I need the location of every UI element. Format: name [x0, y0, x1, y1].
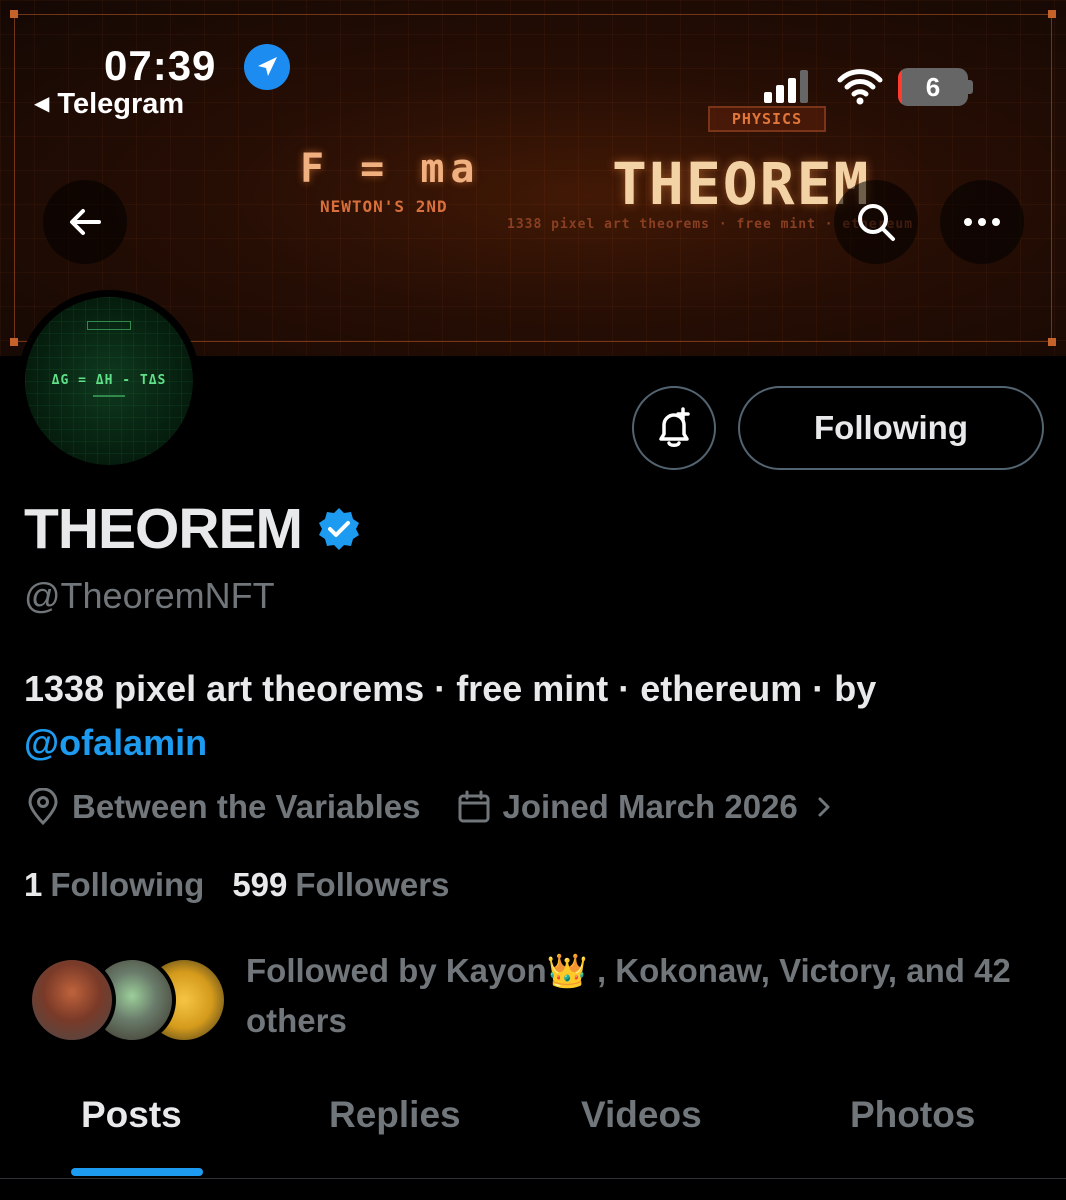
avatar-tag [87, 321, 131, 330]
stat-gap [204, 866, 232, 904]
back-app-label: Telegram [57, 88, 185, 120]
avatar-image: ΔG = ΔH - TΔS [25, 297, 193, 465]
banner-formula: F = ma [300, 146, 481, 192]
status-time: 07:39 [104, 42, 217, 89]
battery-percentage: 6 [925, 72, 941, 102]
search-button[interactable] [834, 180, 918, 264]
avatar-caption-line [93, 395, 125, 397]
bio-text: 1338 pixel art theorems · free mint · et… [24, 668, 877, 709]
profile-handle: @TheoremNFT [24, 575, 275, 616]
profile-avatar[interactable]: ΔG = ΔH - TΔS [18, 290, 200, 472]
followers-label: Followers [295, 866, 450, 903]
follow-stats: 1 Following 599 Followers [24, 866, 449, 904]
profile-meta: Between the Variables Joined March 2026 [24, 788, 838, 826]
wifi-icon [836, 66, 884, 106]
location-arrow-icon [244, 44, 290, 90]
following-button[interactable]: Following [738, 386, 1044, 470]
banner-corner [10, 338, 18, 346]
calendar-icon [458, 790, 490, 823]
cellular-signal-icon [764, 70, 816, 104]
joined-item[interactable]: Joined March 2026 [456, 788, 837, 826]
arrow-left-icon [70, 209, 101, 235]
profile-bio: 1338 pixel art theorems · free mint · et… [24, 662, 1024, 770]
back-triangle-icon: ◀ [34, 93, 50, 115]
location-pin-icon [28, 788, 58, 826]
battery-icon: 6 [898, 68, 968, 106]
back-to-telegram[interactable]: ◀ Telegram [34, 88, 184, 121]
location-item: Between the Variables [24, 788, 420, 826]
battery-nub [968, 80, 973, 94]
search-icon [858, 204, 895, 241]
chevron-right-icon [818, 797, 830, 817]
display-name: THEOREM [24, 497, 303, 561]
tab-photos[interactable]: Photos [850, 1094, 975, 1136]
profile-tabs: Posts Replies Videos Photos [0, 1094, 1066, 1178]
joined-text: Joined March 2026 [502, 788, 798, 825]
tab-posts[interactable]: Posts [81, 1094, 182, 1136]
tab-videos[interactable]: Videos [581, 1094, 702, 1136]
tabs-divider [0, 1178, 1066, 1179]
followers-count: 599 [232, 866, 288, 903]
more-options-button[interactable] [940, 180, 1024, 264]
follower-avatar [28, 956, 116, 1044]
bio-mention-link[interactable]: @ofalamin [24, 722, 207, 763]
following-count: 1 [24, 866, 43, 903]
followed-by-text[interactable]: Followed by Kayon👑 , Kokonaw, Victory, a… [246, 946, 1036, 1046]
banner-corner [1048, 10, 1056, 18]
name-row: THEOREM [24, 496, 362, 562]
active-tab-indicator [71, 1168, 203, 1176]
more-dots-icon [964, 218, 1000, 226]
banner-title: THEOREM [612, 150, 871, 218]
banner-formula-caption: NEWTON'S 2ND [320, 197, 448, 216]
avatar-formula: ΔG = ΔH - TΔS [51, 373, 167, 388]
banner-corner [1048, 338, 1056, 346]
location-text: Between the Variables [72, 788, 421, 825]
notifications-button[interactable] [632, 386, 716, 470]
tab-replies[interactable]: Replies [329, 1094, 461, 1136]
bell-plus-icon [659, 407, 690, 447]
verified-badge-icon[interactable] [316, 506, 362, 552]
banner-corner [10, 10, 18, 18]
banner-physics-tag: PHYSICS [708, 106, 826, 132]
following-stat[interactable]: 1 Following [24, 866, 204, 904]
followers-stat[interactable]: 599 Followers [232, 866, 449, 904]
back-button[interactable] [43, 180, 127, 264]
following-label: Following [50, 866, 205, 903]
